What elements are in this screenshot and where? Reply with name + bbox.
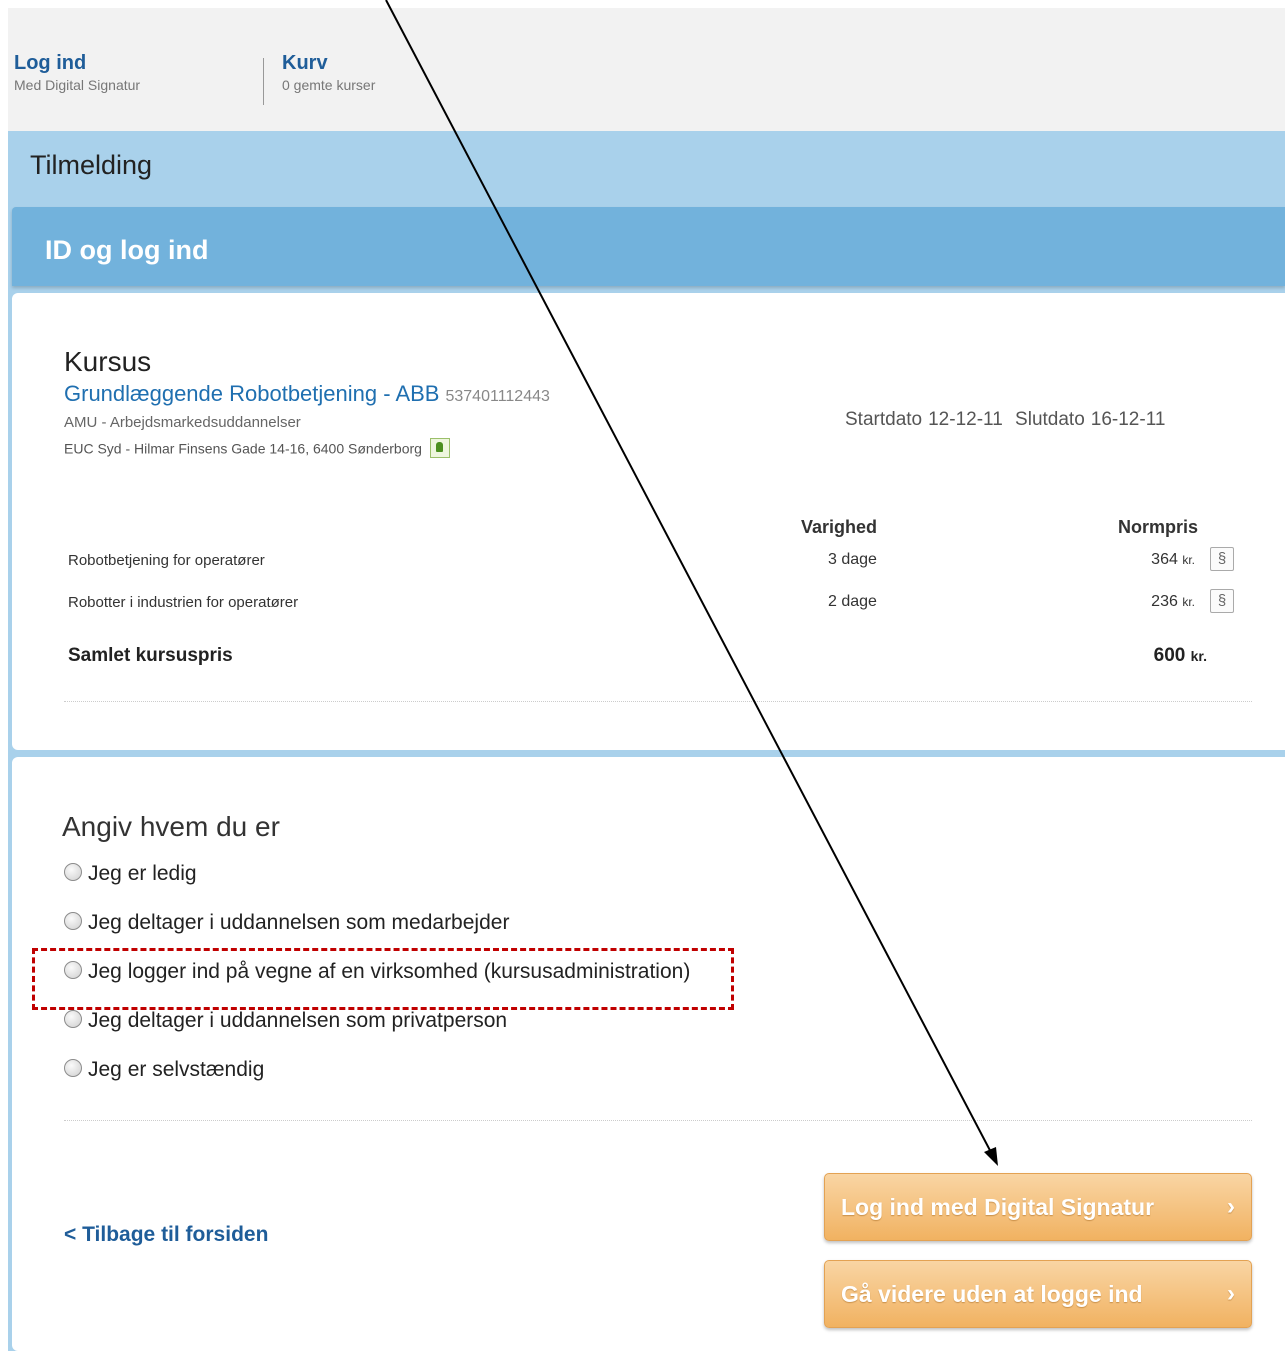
annotation-arrow (385, 0, 998, 1166)
